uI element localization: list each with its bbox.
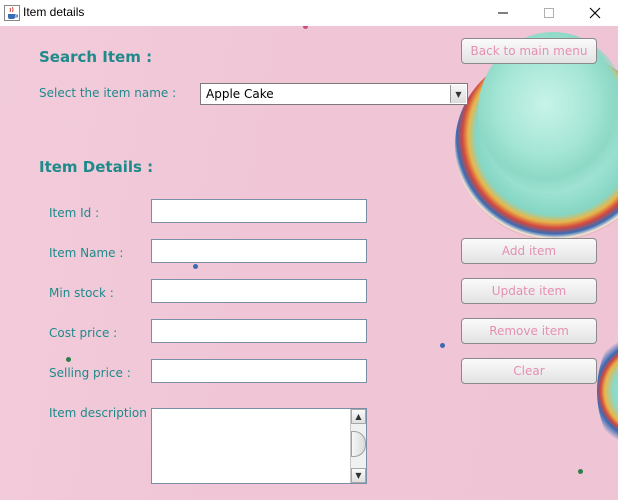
minimize-icon xyxy=(498,12,508,14)
java-coffee-cup-icon xyxy=(4,5,20,21)
sprinkle xyxy=(303,26,308,29)
sprinkle xyxy=(193,264,198,269)
sprinkle xyxy=(578,469,583,474)
chevron-down-icon[interactable]: ▼ xyxy=(450,85,466,103)
item-description-label: Item description : xyxy=(49,406,155,420)
cupcake-background-image-2 xyxy=(597,326,618,456)
minimize-button[interactable] xyxy=(480,0,526,26)
min-stock-label: Min stock : xyxy=(49,286,114,300)
selected-item-value: Apple Cake xyxy=(206,87,274,101)
scrollbar-thumb[interactable] xyxy=(351,431,366,457)
title-bar: Item details xyxy=(0,0,618,26)
back-to-main-menu-button[interactable]: Back to main menu xyxy=(461,38,597,64)
min-stock-field[interactable] xyxy=(151,279,367,303)
item-name-label: Item Name : xyxy=(49,246,124,260)
update-item-button[interactable]: Update item xyxy=(461,278,597,304)
maximize-button[interactable] xyxy=(526,0,572,26)
clear-button[interactable]: Clear xyxy=(461,358,597,384)
maximize-icon xyxy=(544,8,554,18)
selling-price-label: Selling price : xyxy=(49,366,131,380)
selling-price-field[interactable] xyxy=(151,359,367,383)
description-scrollbar[interactable]: ▲ ▼ xyxy=(350,409,366,483)
scroll-up-icon[interactable]: ▲ xyxy=(351,409,366,424)
cost-price-field[interactable] xyxy=(151,319,367,343)
scroll-down-icon[interactable]: ▼ xyxy=(351,468,366,483)
close-icon xyxy=(589,7,601,19)
remove-item-button[interactable]: Remove item xyxy=(461,318,597,344)
search-heading: Search Item : xyxy=(39,48,153,66)
cost-price-label: Cost price : xyxy=(49,326,118,340)
sprinkle xyxy=(66,357,71,362)
close-button[interactable] xyxy=(572,0,618,26)
sprinkle xyxy=(440,343,445,348)
select-item-label: Select the item name : xyxy=(39,86,177,100)
item-id-label: Item Id : xyxy=(49,206,100,220)
add-item-button[interactable]: Add item xyxy=(461,238,597,264)
details-heading: Item Details : xyxy=(39,158,154,176)
item-id-field[interactable] xyxy=(151,199,367,223)
content-panel: Search Item : Select the item name : App… xyxy=(0,26,618,500)
item-details-window: Item details Search Item : Select the it… xyxy=(0,0,618,500)
item-name-field[interactable] xyxy=(151,239,367,263)
window-title: Item details xyxy=(23,5,85,19)
item-name-select[interactable]: Apple Cake ▼ xyxy=(200,83,468,105)
item-description-textarea[interactable]: ▲ ▼ xyxy=(151,408,367,484)
